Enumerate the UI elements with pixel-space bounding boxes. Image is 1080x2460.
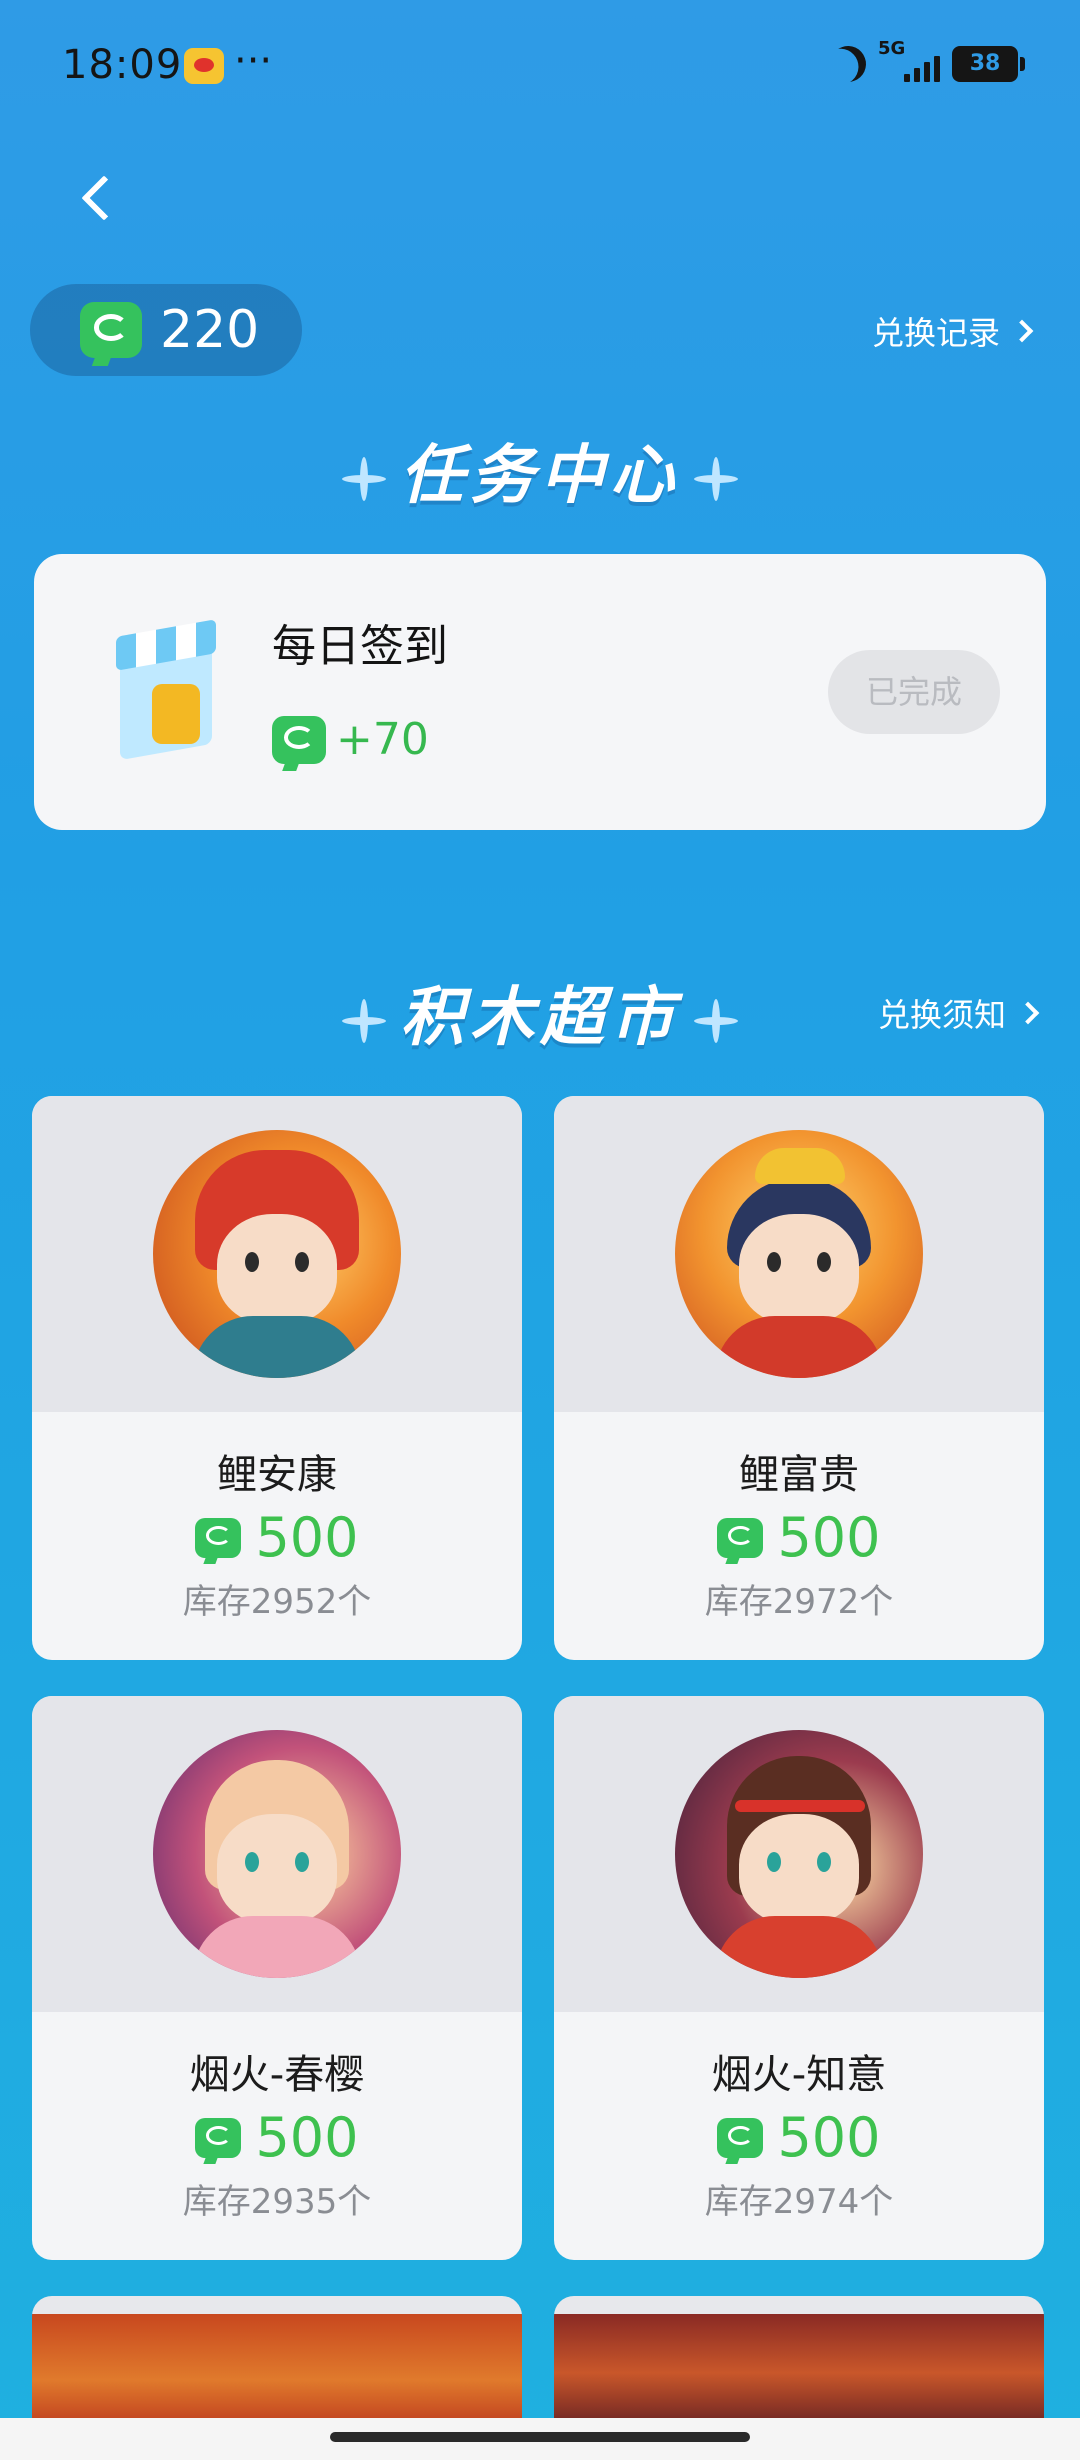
task-completed-button[interactable]: 已完成 — [828, 650, 1000, 734]
back-button[interactable] — [70, 168, 130, 228]
network-type: 5G — [878, 38, 906, 59]
product-name: 鲤富贵 — [739, 1452, 859, 1498]
product-price: 500 — [554, 1506, 1044, 1569]
product-card[interactable]: 烟火-知意 500 库存2974个 — [554, 1696, 1044, 2260]
product-price-value: 500 — [777, 1506, 881, 1569]
weibo-notification-icon — [184, 48, 224, 84]
chevron-right-icon — [1016, 1001, 1040, 1025]
sparkle-icon — [694, 457, 738, 501]
coin-icon — [195, 1517, 242, 1558]
exchange-rules-link[interactable]: 兑换须知 — [878, 990, 1040, 1036]
battery-icon: 38 — [952, 46, 1025, 82]
store-calendar-icon — [106, 614, 236, 764]
product-card[interactable]: 鲤安康 500 库存2952个 — [32, 1096, 522, 1660]
product-image-area — [32, 1096, 522, 1412]
product-card-partial[interactable] — [32, 2296, 522, 2436]
product-price-value: 500 — [777, 2106, 881, 2169]
coin-icon — [717, 2117, 764, 2158]
points-value: 220 — [160, 300, 260, 360]
sparkle-icon — [342, 457, 386, 501]
product-stock: 库存2935个 — [182, 2182, 372, 2222]
sparkle-icon — [694, 999, 738, 1043]
task-center-heading: 任务中心 — [0, 424, 1080, 516]
product-stock: 库存2974个 — [704, 2182, 894, 2222]
exchange-record-link[interactable]: 兑换记录 — [872, 308, 1034, 354]
product-image-area — [32, 1696, 522, 2012]
status-time: 18:09 — [62, 42, 183, 88]
coin-icon — [80, 302, 142, 358]
product-avatar — [675, 1130, 923, 1378]
task-reward-value: +70 — [336, 714, 429, 765]
home-indicator[interactable] — [330, 2432, 750, 2442]
product-price: 500 — [32, 2106, 522, 2169]
task-center-title: 任务中心 — [400, 439, 680, 513]
product-name: 烟火-春樱 — [189, 2052, 365, 2098]
product-image-area — [554, 1696, 1044, 2012]
product-avatar — [153, 1730, 401, 1978]
exchange-record-label: 兑换记录 — [872, 314, 1001, 352]
product-name: 烟火-知意 — [711, 2052, 887, 2098]
task-name: 每日签到 — [272, 621, 448, 672]
task-reward: +70 — [272, 714, 429, 765]
product-card-partial[interactable] — [554, 2296, 1044, 2436]
points-balance: 220 — [30, 284, 302, 376]
sparkle-icon — [342, 999, 386, 1043]
product-stock: 库存2952个 — [182, 1582, 372, 1622]
coin-icon — [195, 2117, 242, 2158]
do-not-disturb-icon — [825, 41, 871, 87]
product-price-value: 500 — [255, 2106, 359, 2169]
coin-icon — [272, 715, 326, 764]
chevron-right-icon — [1010, 319, 1034, 343]
signal-icon: 5G — [878, 38, 940, 84]
product-price-value: 500 — [255, 1506, 359, 1569]
product-image-area — [554, 1096, 1044, 1412]
product-price: 500 — [32, 1506, 522, 1569]
shop-title: 积木超市 — [400, 981, 680, 1055]
product-stock: 库存2972个 — [704, 1582, 894, 1622]
product-avatar — [675, 1730, 923, 1978]
status-bar: 18:09 ··· 5G 38 — [0, 0, 1080, 130]
product-avatar — [153, 1130, 401, 1378]
exchange-rules-label: 兑换须知 — [878, 996, 1007, 1034]
product-name: 鲤安康 — [217, 1452, 337, 1498]
coin-icon — [717, 1517, 764, 1558]
product-card[interactable]: 烟火-春樱 500 库存2935个 — [32, 1696, 522, 2260]
more-notifications-icon: ··· — [234, 38, 273, 84]
product-card[interactable]: 鲤富贵 500 库存2972个 — [554, 1096, 1044, 1660]
product-price: 500 — [554, 2106, 1044, 2169]
status-indicators: 5G 38 — [830, 38, 1025, 84]
